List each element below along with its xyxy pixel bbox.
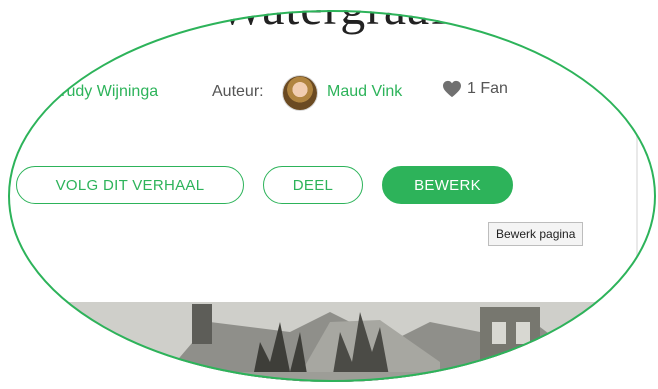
writer-link[interactable]: Trudy Wijninga [52,83,158,101]
author-label: Auteur: [212,83,264,100]
fan-count[interactable]: 1 Fan [442,80,508,98]
story-page: Watergraaf Trudy Wijninga Auteur: Maud V… [8,10,656,382]
story-photo [8,302,656,382]
edit-button[interactable]: BEWERK [382,166,513,204]
follow-story-button[interactable]: VOLG DIT VERHAAL [16,166,244,204]
fan-count-label: 1 Fan [467,80,508,97]
author-link[interactable]: Maud Vink [327,83,402,101]
photo-image [8,302,656,382]
zoomed-view: Watergraaf Trudy Wijninga Auteur: Maud V… [0,0,658,389]
edit-tooltip: Bewerk pagina [488,222,584,246]
story-title: Watergraaf [218,10,448,36]
magnifier-oval: Watergraaf Trudy Wijninga Auteur: Maud V… [8,10,656,382]
heart-icon [443,80,461,98]
share-button[interactable]: DEEL [263,166,363,204]
author-avatar[interactable] [283,76,317,110]
